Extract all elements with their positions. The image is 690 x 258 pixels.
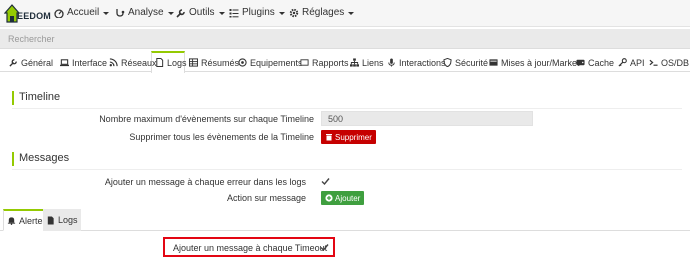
key-icon — [618, 58, 627, 67]
list-icon — [229, 8, 239, 17]
section-divider — [12, 108, 682, 109]
chart-icon — [300, 59, 309, 66]
tab-rapports[interactable]: Rapports — [300, 53, 349, 72]
dashboard-icon — [54, 8, 64, 18]
tab-mises-a-jour[interactable]: Mises à jour/Market — [489, 53, 580, 72]
tab-logs-label: Logs — [167, 57, 187, 68]
gauge-icon — [238, 58, 247, 67]
tab-interactions-label: Interactions — [399, 57, 446, 68]
jeedom-logo[interactable]: EEDOM — [4, 3, 52, 25]
tab-mises-a-jour-label: Mises à jour/Market — [501, 57, 580, 68]
laptop-icon — [60, 59, 69, 67]
tab-resumes-label: Résumés — [201, 57, 240, 68]
subtab-logs-label: Logs — [58, 215, 78, 225]
checkmark-icon[interactable] — [321, 177, 330, 186]
wrench-icon — [9, 59, 17, 67]
tab-equipements-label: Equipements — [250, 57, 303, 68]
tab-reseaux[interactable]: Réseaux — [109, 53, 157, 72]
label-delete-events: Supprimer tous les évènements de la Time… — [129, 132, 314, 142]
tab-securite-label: Sécurité — [455, 57, 489, 68]
shield-icon — [443, 58, 452, 67]
message-subtabs — [0, 209, 690, 231]
nav-plugins-label: Plugins — [242, 7, 275, 18]
terminal-icon — [649, 59, 658, 66]
section-title-timeline: Timeline — [12, 91, 60, 105]
label-error-log-message: Ajouter un message à chaque erreur dans … — [104, 177, 306, 187]
table-icon — [189, 58, 198, 67]
file-icon — [47, 215, 54, 225]
sitemap-icon — [350, 58, 359, 67]
tab-api[interactable]: API — [618, 53, 645, 72]
tab-cache[interactable]: Cache — [576, 53, 614, 72]
rss-icon — [109, 58, 118, 67]
tab-equipements[interactable]: Equipements — [238, 53, 303, 72]
chevron-down-icon — [218, 11, 225, 15]
max-events-input[interactable]: 500 — [321, 111, 533, 126]
chevron-down-icon — [278, 11, 285, 15]
trash-icon — [326, 134, 332, 141]
subtab-logs[interactable]: Logs — [43, 209, 81, 231]
tab-reseaux-label: Réseaux — [121, 57, 157, 68]
harddisk-icon — [576, 59, 585, 66]
checkmark-icon[interactable] — [320, 243, 329, 252]
section-title-messages: Messages — [12, 152, 69, 166]
tab-rapports-label: Rapports — [312, 57, 349, 68]
nav-analyse-label: Analyse — [128, 7, 164, 18]
tab-logs[interactable]: Logs — [155, 53, 187, 72]
tab-interface[interactable]: Interface — [60, 53, 107, 72]
tab-general[interactable]: Général — [9, 53, 53, 72]
add-action-button[interactable]: Ajouter — [321, 191, 365, 205]
microphone-icon — [388, 58, 395, 67]
top-navbar: EEDOM Accueil Analyse Outils Plugins Rég… — [0, 0, 690, 27]
tab-liens[interactable]: Liens — [350, 53, 384, 72]
tab-os-db[interactable]: OS/DB — [649, 53, 689, 72]
tab-interactions[interactable]: Interactions — [387, 53, 446, 72]
chevron-down-icon — [348, 11, 355, 15]
tab-resumes[interactable]: Résumés — [189, 53, 239, 72]
nav-analyse[interactable]: Analyse — [115, 7, 174, 18]
package-icon — [489, 59, 498, 66]
label-action-message: Action sur message — [226, 193, 306, 203]
nav-reglages[interactable]: Réglages — [289, 7, 355, 18]
add-button-label: Ajouter — [335, 193, 361, 203]
tab-securite[interactable]: Sécurité — [443, 53, 488, 72]
tab-cache-label: Cache — [588, 57, 615, 68]
chevron-down-icon — [103, 11, 110, 15]
plus-circle-icon — [325, 194, 333, 202]
search-bar — [0, 29, 690, 49]
gear-icon — [289, 8, 299, 17]
bell-icon — [7, 217, 16, 225]
chevron-down-icon — [167, 11, 174, 15]
section-divider — [12, 169, 682, 170]
file-icon — [156, 58, 164, 67]
tab-api-label: API — [630, 57, 645, 68]
search-input[interactable] — [0, 29, 690, 49]
nav-outils[interactable]: Outils — [176, 7, 225, 18]
nav-plugins[interactable]: Plugins — [229, 7, 285, 18]
delete-button-label: Supprimer — [335, 132, 372, 142]
stethoscope-icon — [116, 8, 125, 17]
nav-accueil-label: Accueil — [67, 7, 100, 18]
tab-os-db-label: OS/DB — [661, 57, 690, 68]
nav-outils-label: Outils — [189, 7, 215, 18]
nav-accueil[interactable]: Accueil — [54, 7, 110, 18]
tab-liens-label: Liens — [362, 57, 384, 68]
wrench-icon — [176, 8, 185, 18]
tab-general-label: Général — [21, 57, 54, 68]
label-timeout-message: Ajouter un message à chaque Timeout — [173, 243, 328, 253]
tab-interface-label: Interface — [72, 57, 108, 68]
nav-reglages-label: Réglages — [302, 7, 345, 18]
label-max-events: Nombre maximum d'évènements sur chaque T… — [99, 114, 314, 124]
brand-name: EEDOM — [17, 11, 52, 21]
delete-timeline-button[interactable]: Supprimer — [321, 130, 376, 144]
